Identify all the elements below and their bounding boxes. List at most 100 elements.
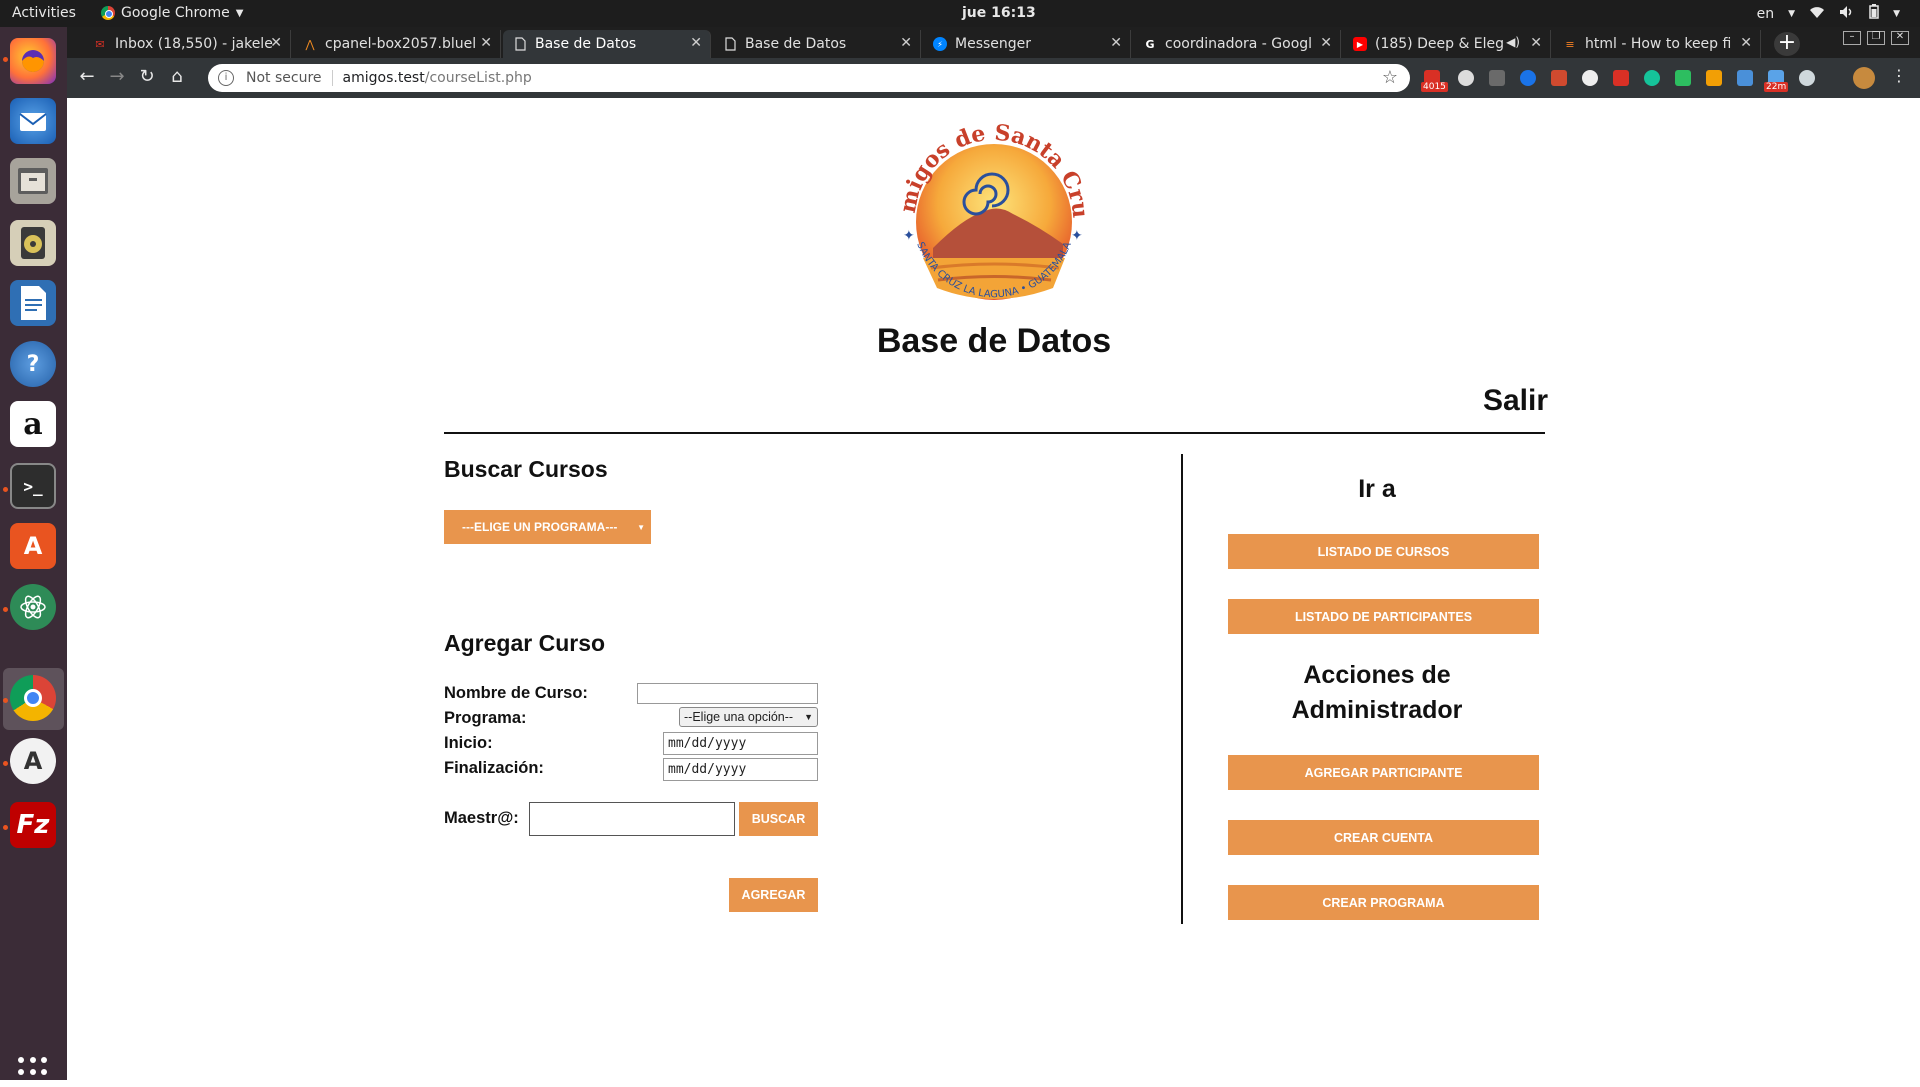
security-status: Not secure: [246, 70, 322, 86]
wifi-icon[interactable]: [1809, 5, 1825, 23]
ubuntu-software-icon[interactable]: A: [10, 523, 56, 569]
ubuntu-dock: ? a >_ A A Fz: [0, 27, 67, 1087]
running-indicator: [3, 487, 8, 492]
pen-extension-icon[interactable]: [1489, 70, 1505, 86]
youtube-icon: ▶: [1353, 37, 1367, 51]
maximize-button[interactable]: ❐: [1867, 31, 1885, 45]
tab-inbox[interactable]: ✉ Inbox (18,550) - jakele ✕: [83, 30, 291, 58]
divider: [331, 70, 333, 86]
reload-button[interactable]: ↻: [135, 66, 159, 87]
rhythmbox-icon[interactable]: [10, 220, 56, 266]
running-indicator: [3, 825, 8, 830]
add-course-button[interactable]: AGREGAR: [729, 878, 818, 912]
evernote-extension-icon[interactable]: [1675, 70, 1691, 86]
program-select-value: --Elige una opción--: [684, 710, 794, 724]
close-icon[interactable]: ✕: [1740, 35, 1752, 51]
teacher-input[interactable]: [529, 802, 735, 836]
page-title: Base de Datos: [876, 322, 1112, 360]
gnome-top-bar: Activities Google Chrome ▼ jue 16:13 en …: [0, 0, 1920, 27]
system-tray[interactable]: en ▼ ▼: [1757, 4, 1900, 23]
bookmark-star-icon[interactable]: ☆: [1382, 67, 1398, 88]
search-teacher-button[interactable]: BUSCAR: [739, 802, 818, 836]
caret-down-icon: ▼: [637, 522, 645, 532]
shield-check-extension-icon[interactable]: [1799, 70, 1815, 86]
close-icon[interactable]: ✕: [690, 35, 702, 51]
column-divider: [1181, 454, 1183, 924]
tab-base-de-datos-active[interactable]: Base de Datos ✕: [503, 30, 711, 58]
url-host: amigos.test: [342, 70, 425, 86]
close-icon[interactable]: ✕: [1530, 35, 1542, 51]
program-select[interactable]: --Elige una opción-- ▼: [679, 707, 818, 727]
tab-messenger[interactable]: ⚡ Messenger ✕: [923, 30, 1131, 58]
thunderbird-icon[interactable]: [10, 98, 56, 144]
help-icon[interactable]: ?: [10, 341, 56, 387]
tab-base-de-datos[interactable]: Base de Datos ✕: [713, 30, 921, 58]
minimize-button[interactable]: –: [1843, 31, 1861, 45]
close-window-button[interactable]: ✕: [1891, 31, 1909, 45]
create-program-button[interactable]: CREAR PROGRAMA: [1228, 885, 1539, 920]
show-applications-icon[interactable]: [18, 1057, 48, 1087]
admin-actions-heading-line2: Administrador: [1291, 696, 1463, 724]
end-date-input[interactable]: mm/dd/yyyy: [663, 758, 818, 781]
shield-extension-icon[interactable]: [1613, 70, 1629, 86]
running-indicator: [3, 607, 8, 612]
running-indicator: [3, 761, 8, 766]
files-icon[interactable]: [10, 158, 56, 204]
close-icon[interactable]: ✕: [1110, 35, 1122, 51]
menu-kebab-icon[interactable]: ⋮: [1887, 66, 1911, 85]
forward-button[interactable]: →: [105, 66, 129, 87]
course-list-button[interactable]: LISTADO DE CURSOS: [1228, 534, 1539, 569]
tab-cpanel[interactable]: ⋀ cpanel-box2057.bluel ✕: [293, 30, 501, 58]
atom-icon[interactable]: [10, 584, 56, 630]
grammarly-extension-icon[interactable]: [1644, 70, 1660, 86]
privacy-extension-icon[interactable]: [1582, 70, 1598, 86]
volume-icon[interactable]: [1839, 5, 1855, 23]
terminal-icon[interactable]: >_: [10, 463, 56, 509]
url-path: /courseList.php: [424, 70, 532, 86]
close-icon[interactable]: ✕: [480, 35, 492, 51]
tab-stackoverflow[interactable]: ≡ html - How to keep fi ✕: [1553, 30, 1761, 58]
close-icon[interactable]: ✕: [270, 35, 282, 51]
filezilla-icon[interactable]: Fz: [10, 802, 56, 848]
page-icon: [723, 37, 737, 51]
tab-youtube[interactable]: ▶ (185) Deep & Eleg ◀) ✕: [1343, 30, 1551, 58]
libreoffice-writer-icon[interactable]: [10, 280, 56, 326]
clock[interactable]: jue 16:13: [962, 5, 1036, 21]
gear-extension-icon[interactable]: [1458, 70, 1474, 86]
activities-button[interactable]: Activities: [12, 5, 76, 21]
amazon-icon[interactable]: a: [10, 401, 56, 447]
amigos-logo: Amigos de Santa Cruz SANTA CRUZ LA LAGUN…: [883, 98, 1095, 320]
page-content: Amigos de Santa Cruz SANTA CRUZ LA LAGUN…: [67, 98, 1920, 1080]
app-menu[interactable]: Google Chrome ▼: [101, 5, 243, 21]
language-indicator[interactable]: en: [1757, 6, 1775, 22]
link-extension-icon[interactable]: [1737, 70, 1753, 86]
rss-extension-icon[interactable]: [1706, 70, 1722, 86]
participant-list-button[interactable]: LISTADO DE PARTICIPANTES: [1228, 599, 1539, 634]
gmail-icon: ✉: [95, 37, 105, 51]
bookmark-extension-icon[interactable]: [1551, 70, 1567, 86]
tab-coordinadora[interactable]: G coordinadora - Googl ✕: [1133, 30, 1341, 58]
program-filter-value: ---ELIGE UN PROGRAMA---: [462, 520, 618, 534]
add-participant-button[interactable]: AGREGAR PARTICIPANTE: [1228, 755, 1539, 790]
chrome-icon[interactable]: [10, 675, 56, 721]
home-button[interactable]: ⌂: [165, 66, 189, 87]
close-icon[interactable]: ✕: [900, 35, 912, 51]
start-date-input[interactable]: mm/dd/yyyy: [663, 732, 818, 755]
program-filter-select[interactable]: ---ELIGE UN PROGRAMA--- ▼: [444, 510, 651, 544]
new-tab-button[interactable]: +: [1774, 32, 1800, 56]
globe-extension-icon[interactable]: [1520, 70, 1536, 86]
speaker-icon[interactable]: ◀): [1506, 35, 1520, 49]
software-updater-icon[interactable]: A: [10, 738, 56, 784]
avatar[interactable]: [1853, 67, 1875, 89]
svg-text:✦: ✦: [903, 227, 915, 243]
logout-link[interactable]: Salir: [1407, 384, 1548, 418]
address-bar[interactable]: i Not secure amigos.test/courseList.php …: [208, 64, 1410, 92]
battery-icon[interactable]: [1869, 4, 1879, 23]
info-icon[interactable]: i: [218, 70, 234, 86]
create-account-button[interactable]: CREAR CUENTA: [1228, 820, 1539, 855]
close-icon[interactable]: ✕: [1320, 35, 1332, 51]
start-date-label: Inicio:: [444, 734, 493, 752]
course-name-input[interactable]: [637, 683, 818, 704]
back-button[interactable]: ←: [75, 66, 99, 87]
firefox-icon[interactable]: [10, 38, 56, 84]
